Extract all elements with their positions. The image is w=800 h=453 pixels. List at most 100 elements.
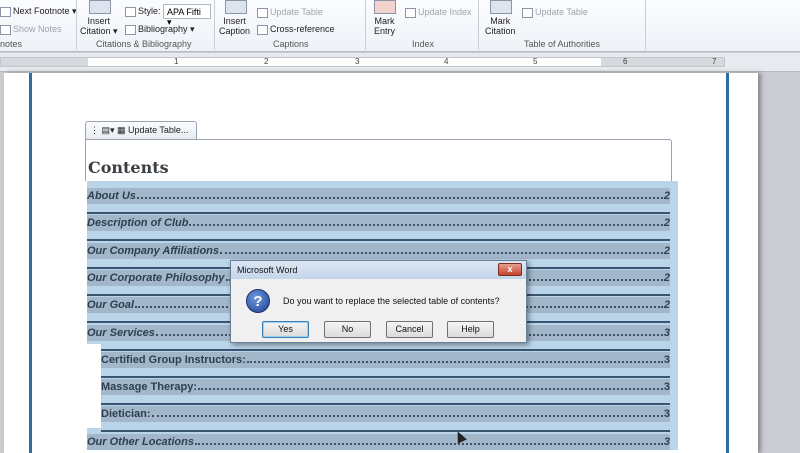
insert-caption-button[interactable]: Insert Caption — [219, 16, 250, 36]
insert-citation-button[interactable]: Insert Citation ▾ — [80, 16, 118, 36]
group-label-footnotes: notes — [0, 39, 23, 49]
content-control-tab[interactable]: ⋮ ▤▾ ▦ Update Table... — [85, 121, 197, 139]
group-label-authorities: Table of Authorities — [524, 39, 601, 49]
ribbon: Next Footnote ▾ Show Notes notes Insert C… — [0, 0, 800, 52]
margin-marker — [29, 73, 32, 453]
group-label-index: Index — [412, 39, 435, 49]
toc-entry[interactable]: Massage Therapy: 3 — [101, 379, 670, 396]
style-icon — [125, 6, 136, 17]
insert-caption-icon — [225, 0, 247, 14]
ruler-number: 1 — [174, 57, 179, 66]
divider — [101, 403, 670, 406]
update-table-authorities-button[interactable]: Update Table — [522, 7, 588, 18]
update-table-captions-button[interactable]: Update Table — [257, 7, 323, 18]
dialog-message: Do you want to replace the selected tabl… — [283, 296, 500, 306]
mark-entry-icon — [374, 0, 396, 14]
toc-entry-page: 3 — [663, 408, 670, 421]
cross-reference-button[interactable]: Cross-reference — [257, 24, 335, 35]
toc-entry-text: Massage Therapy: — [101, 381, 197, 394]
update-table-icon — [522, 7, 533, 18]
dialog: Microsoft Word x ? Do you want to replac… — [230, 260, 527, 343]
style-label: Style: — [125, 6, 161, 17]
toc-entry[interactable]: Certified Group Instructors: 3 — [101, 351, 670, 368]
toc-entry-text: Our Corporate Philosophy — [87, 271, 225, 284]
toc-entry-page: 3 — [663, 381, 670, 394]
dot-leader — [197, 388, 663, 391]
margin-marker — [726, 73, 729, 453]
ruler-number: 5 — [533, 57, 538, 66]
toc-entry-text: Dietician: — [101, 408, 151, 421]
no-button[interactable]: No — [324, 321, 371, 338]
dot-leader — [246, 360, 663, 363]
toc-entry-text: Our Other Locations — [87, 435, 194, 448]
dot-leader — [189, 224, 663, 227]
update-index-icon — [405, 7, 416, 18]
toc-entry[interactable]: Dietician: 3 — [101, 406, 670, 423]
update-table-icon — [257, 7, 268, 18]
close-button[interactable]: x — [498, 263, 522, 276]
ruler-number: 2 — [264, 57, 269, 66]
insert-citation-icon — [89, 0, 111, 14]
toc-entry-text: Certified Group Instructors: — [101, 353, 246, 366]
toc-entry-page: 2 — [663, 299, 670, 312]
ruler-number: 6 — [623, 57, 628, 66]
ruler-number: 3 — [355, 57, 360, 66]
divider — [101, 348, 670, 351]
help-button[interactable]: Help — [447, 321, 494, 338]
divider — [101, 375, 670, 378]
dialog-title: Microsoft Word — [231, 261, 526, 279]
toc-entry-page: 2 — [663, 271, 670, 284]
divider — [76, 0, 77, 50]
toc-entry-text: About Us — [87, 190, 136, 202]
mark-citation-icon — [490, 0, 512, 14]
update-index-button[interactable]: Update Index — [405, 7, 472, 18]
toc-entry-page: 2 — [663, 190, 670, 202]
divider — [87, 212, 670, 214]
toc-entry-page: 2 — [663, 217, 670, 230]
mark-entry-button[interactable]: Mark Entry — [374, 16, 395, 36]
show-notes-button[interactable]: Show Notes — [0, 24, 62, 35]
toc-entry-text: Our Services — [87, 326, 155, 339]
mark-citation-button[interactable]: Mark Citation — [485, 16, 516, 36]
toc-entry-text: Our Company Affiliations — [87, 244, 220, 257]
cancel-button[interactable]: Cancel — [386, 321, 433, 338]
notes-icon — [0, 24, 11, 35]
divider — [87, 239, 670, 242]
toc-entry-page: 3 — [663, 326, 670, 339]
yes-button[interactable]: Yes — [262, 321, 309, 338]
question-icon: ? — [246, 289, 270, 313]
toc-entry[interactable]: Our Other Locations 3 — [87, 433, 670, 450]
indent-gap — [87, 371, 101, 402]
divider — [214, 0, 215, 50]
toc-entry[interactable]: About Us 2 — [87, 188, 670, 204]
update-table-button[interactable]: ▦ Update Table... — [117, 125, 188, 135]
toc-entry[interactable]: Our Company Affiliations 2 — [87, 242, 670, 259]
dot-leader — [136, 197, 663, 199]
ruler-number: 4 — [444, 57, 449, 66]
footnote-icon — [0, 6, 11, 17]
dot-leader — [151, 415, 663, 418]
toc-entry[interactable]: Description of Club 2 — [87, 215, 670, 232]
cross-reference-icon — [257, 24, 268, 35]
group-label-captions: Captions — [273, 39, 309, 49]
toc-title: Contents — [88, 158, 169, 177]
group-label-citations: Citations & Bibliography — [96, 39, 192, 49]
toc-entry-page: 3 — [663, 435, 670, 448]
style-select[interactable]: APA Fifti ▾ — [163, 4, 211, 27]
toc-entry-page: 2 — [663, 244, 670, 257]
ruler-number: 7 — [712, 57, 717, 66]
bibliography-icon — [125, 24, 136, 35]
toc-entry-text: Our Goal — [87, 299, 135, 312]
toc-menu-icon[interactable]: ⋮ ▤▾ — [90, 125, 117, 135]
divider — [645, 0, 646, 50]
indent-gap — [87, 398, 101, 429]
bibliography-button[interactable]: Bibliography ▾ — [125, 24, 195, 35]
next-footnote-button[interactable]: Next Footnote ▾ — [0, 6, 77, 17]
divider — [478, 0, 479, 50]
toc-entry-text: Description of Club — [87, 217, 189, 230]
horizontal-ruler[interactable]: 1 2 3 4 5 6 7 — [0, 53, 800, 72]
dot-leader — [194, 442, 663, 445]
content-control-frame — [85, 139, 672, 181]
divider — [101, 430, 670, 433]
divider — [365, 0, 366, 50]
